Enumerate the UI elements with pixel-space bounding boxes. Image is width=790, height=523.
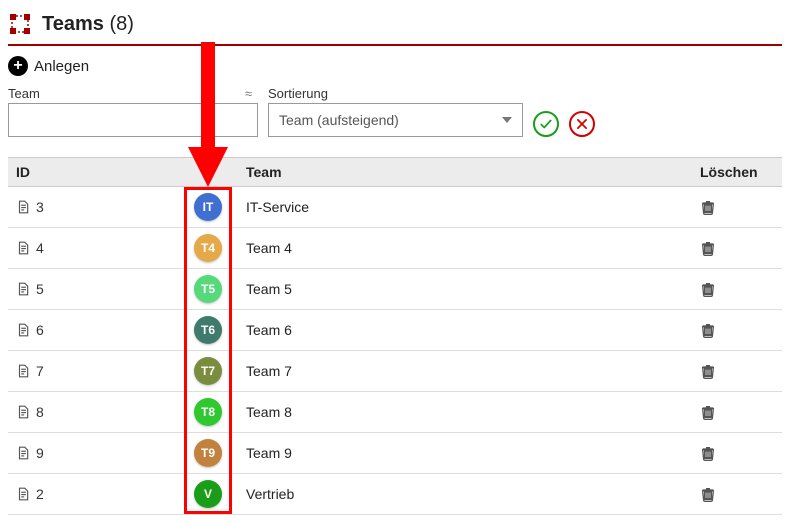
table-row[interactable]: 5 T5 Team 5 (8, 269, 782, 310)
team-name: Team 8 (246, 404, 292, 420)
title-count: (8) (109, 13, 133, 35)
filter-row: Team ≈ Sortierung Team (aufsteigend) (8, 86, 782, 151)
team-badge: T5 (194, 275, 222, 303)
document-icon (16, 487, 30, 501)
team-badge: T6 (194, 316, 222, 344)
team-name: Vertrieb (246, 486, 294, 502)
row-id: 7 (36, 363, 44, 379)
team-badge: V (194, 480, 222, 508)
team-badge: T4 (194, 234, 222, 262)
team-filter-input[interactable] (8, 103, 258, 137)
sort-label: Sortierung (268, 86, 328, 101)
page-title: Teams (8) (42, 13, 134, 36)
filter-clear-button[interactable] (569, 111, 595, 137)
document-icon (16, 364, 30, 378)
document-icon (16, 446, 30, 460)
teams-table: ID Team Löschen 3 IT IT-Service 4 T4 Team 4 5 T… (8, 157, 782, 515)
sort-field: Sortierung Team (aufsteigend) (268, 86, 523, 137)
plus-icon[interactable]: + (8, 56, 28, 76)
row-id: 6 (36, 322, 44, 338)
col-header-delete: Löschen (692, 158, 782, 187)
delete-button[interactable] (700, 486, 774, 502)
sort-select[interactable]: Team (aufsteigend) (268, 103, 523, 137)
table-row[interactable]: 2 V Vertrieb (8, 474, 782, 515)
team-name: IT-Service (246, 199, 309, 215)
table-header-row: ID Team Löschen (8, 158, 782, 187)
team-badge: T7 (194, 357, 222, 385)
document-icon (16, 323, 30, 337)
team-filter-label: Team (8, 86, 40, 101)
delete-button[interactable] (700, 322, 774, 338)
col-header-id[interactable]: ID (8, 158, 178, 187)
row-id: 4 (36, 240, 44, 256)
team-name: Team 6 (246, 322, 292, 338)
table-row[interactable]: 4 T4 Team 4 (8, 228, 782, 269)
table-row[interactable]: 6 T6 Team 6 (8, 310, 782, 351)
page-header: Teams (8) (8, 8, 782, 46)
app-icon (8, 12, 32, 36)
team-name: Team 9 (246, 445, 292, 461)
row-id: 9 (36, 445, 44, 461)
delete-button[interactable] (700, 199, 774, 215)
col-header-badge (178, 158, 238, 187)
delete-button[interactable] (700, 363, 774, 379)
delete-button[interactable] (700, 281, 774, 297)
filter-apply-button[interactable] (533, 111, 559, 137)
row-id: 8 (36, 404, 44, 420)
table-row[interactable]: 9 T9 Team 9 (8, 433, 782, 474)
delete-button[interactable] (700, 240, 774, 256)
team-filter-field: Team ≈ (8, 86, 258, 137)
row-id: 5 (36, 281, 44, 297)
document-icon (16, 200, 30, 214)
table-row[interactable]: 8 T8 Team 8 (8, 392, 782, 433)
sort-selected-value: Team (aufsteigend) (279, 112, 399, 128)
chevron-down-icon (502, 117, 512, 123)
row-id: 3 (36, 199, 44, 215)
col-header-team[interactable]: Team (238, 158, 692, 187)
team-badge: IT (194, 193, 222, 221)
team-badge: T8 (194, 398, 222, 426)
team-name: Team 5 (246, 281, 292, 297)
table-row[interactable]: 3 IT IT-Service (8, 187, 782, 228)
title-text: Teams (42, 13, 104, 35)
team-name: Team 7 (246, 363, 292, 379)
document-icon (16, 282, 30, 296)
document-icon (16, 405, 30, 419)
delete-button[interactable] (700, 404, 774, 420)
team-badge: T9 (194, 439, 222, 467)
table-row[interactable]: 7 T7 Team 7 (8, 351, 782, 392)
team-name: Team 4 (246, 240, 292, 256)
approx-icon: ≈ (245, 86, 258, 101)
row-id: 2 (36, 486, 44, 502)
create-button[interactable]: Anlegen (34, 58, 89, 75)
delete-button[interactable] (700, 445, 774, 461)
document-icon (16, 241, 30, 255)
toolbar: + Anlegen (8, 46, 782, 86)
